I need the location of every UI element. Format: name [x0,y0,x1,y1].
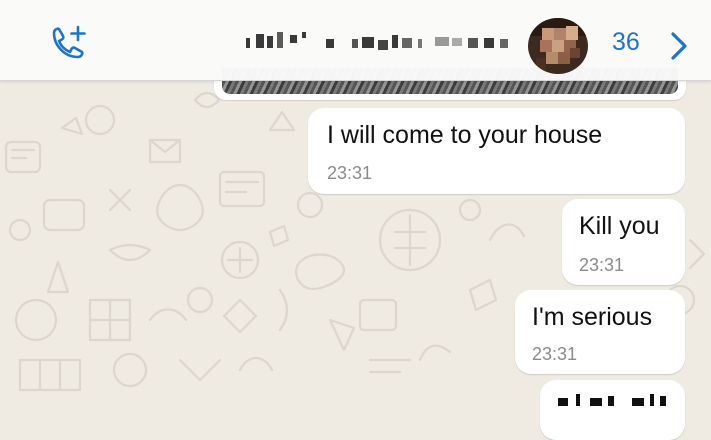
message-bubble[interactable]: I will come to your house 23:31 [308,108,685,194]
phone-plus-icon[interactable] [48,24,90,64]
contact-name[interactable] [240,30,525,54]
message-text: Kill you [579,212,660,240]
message-text-cropped [558,394,666,406]
unread-count[interactable]: 36 [612,28,640,57]
contact-avatar[interactable] [528,18,588,74]
message-timestamp: 23:31 [532,344,578,364]
message-bubble[interactable]: Kill you 23:31 [562,199,685,285]
message-bubble-partial[interactable] [540,380,685,440]
message-text: I will come to your house [327,121,603,149]
message-timestamp: 23:31 [327,163,373,183]
message-bubble[interactable]: I'm serious 23:31 [515,290,685,374]
contact-name-redacted [246,32,508,50]
message-text: I'm serious [532,303,653,331]
chat-header: 36 [0,0,711,81]
chevron-right-icon[interactable] [666,30,692,62]
message-timestamp: 23:31 [579,255,625,275]
